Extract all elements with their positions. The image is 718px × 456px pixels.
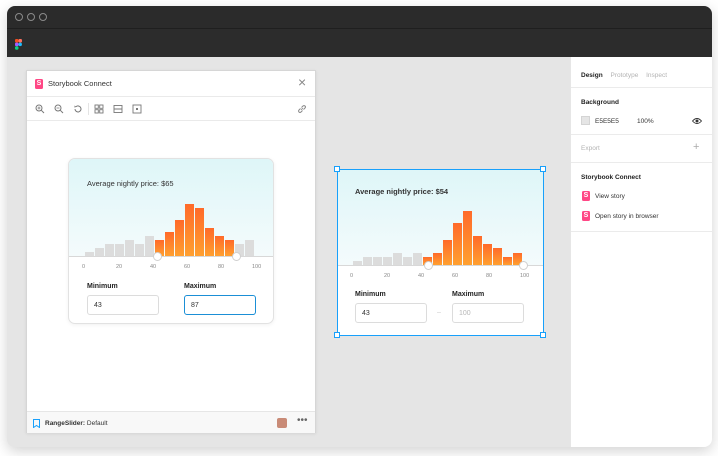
storybook-connect-panel: S Storybook Connect × Average nightly pr… xyxy=(26,70,316,433)
view-story-link[interactable]: View story xyxy=(595,193,625,200)
x-tick-label: 80 xyxy=(218,264,225,270)
background-section: Background E5E5E5 100% xyxy=(571,87,712,134)
add-export-button[interactable]: + xyxy=(693,142,699,153)
story-variant: Default xyxy=(85,420,108,427)
histogram-bar xyxy=(135,244,144,256)
export-title: Export xyxy=(581,145,600,152)
panel-tabs: Design Prototype Inspect xyxy=(581,72,673,79)
zoom-out-icon[interactable] xyxy=(54,104,64,114)
eye-icon[interactable] xyxy=(692,117,702,125)
max-range-handle[interactable] xyxy=(232,252,241,261)
storybook-icon: S xyxy=(35,79,43,89)
histogram-bar xyxy=(145,236,154,256)
figma-logo-icon[interactable] xyxy=(15,39,22,50)
open-story-in-browser-link[interactable]: Open story in browser xyxy=(595,213,659,220)
editor-toolbar xyxy=(7,28,712,57)
maximum-input[interactable]: 87 xyxy=(184,295,256,315)
minimize-window-button[interactable] xyxy=(27,13,35,21)
tab-inspect[interactable]: Inspect xyxy=(646,72,667,79)
histogram-bar xyxy=(175,220,184,256)
panel-title: Storybook Connect xyxy=(48,79,112,88)
story-name[interactable]: RangeSlider: Default xyxy=(45,420,108,427)
selection-outline[interactable] xyxy=(337,169,544,336)
x-tick-label: 100 xyxy=(252,264,262,270)
x-tick-label: 40 xyxy=(150,264,157,270)
frame-icon[interactable] xyxy=(132,104,142,114)
app-window: S Storybook Connect × Average nightly pr… xyxy=(7,6,712,447)
zoom-window-button[interactable] xyxy=(39,13,47,21)
layout-icon[interactable] xyxy=(113,104,123,114)
close-panel-button[interactable]: × xyxy=(298,75,306,89)
minimum-input[interactable]: 43 xyxy=(87,295,159,315)
x-tick-label: 20 xyxy=(116,264,123,270)
reset-zoom-icon[interactable] xyxy=(73,104,83,114)
storybook-icon: S xyxy=(582,211,590,221)
price-heading-label: Average nightly price: xyxy=(87,179,159,188)
price-filter-card: Average nightly price: $65 0 20 40 60 80 100 … xyxy=(68,158,274,324)
minimum-label: Minimum xyxy=(87,283,118,290)
resize-handle-bottom-right[interactable] xyxy=(540,332,546,338)
tab-design[interactable]: Design xyxy=(581,72,603,79)
background-title: Background xyxy=(581,99,619,106)
panel-footer: RangeSlider: Default ••• xyxy=(27,411,315,433)
more-options-button[interactable]: ••• xyxy=(297,415,308,426)
panel-header: S Storybook Connect × xyxy=(27,71,315,97)
export-section: Export + xyxy=(571,134,712,162)
histogram-bar xyxy=(195,208,204,256)
resize-handle-top-left[interactable] xyxy=(334,166,340,172)
background-swatch[interactable] xyxy=(581,116,590,125)
histogram-bar xyxy=(125,240,134,256)
bookmark-icon xyxy=(33,419,40,428)
price-heading: Average nightly price: $65 xyxy=(87,179,174,188)
price-value: $65 xyxy=(161,179,174,188)
design-canvas[interactable]: S Storybook Connect × Average nightly pr… xyxy=(7,57,570,447)
grid-icon[interactable] xyxy=(94,104,104,114)
x-tick-label: 0 xyxy=(82,264,86,270)
slider-track[interactable] xyxy=(69,256,273,257)
resize-handle-top-right[interactable] xyxy=(540,166,546,172)
storybook-section: Storybook Connect S View story S Open st… xyxy=(571,162,712,232)
close-window-button[interactable] xyxy=(15,13,23,21)
histogram-bar xyxy=(245,240,254,256)
histogram-bar xyxy=(105,244,114,256)
avatar[interactable] xyxy=(277,418,287,428)
histogram-bar xyxy=(95,248,104,256)
component-name: RangeSlider: xyxy=(45,420,86,427)
tab-prototype[interactable]: Prototype xyxy=(610,72,638,79)
panel-toolbar xyxy=(27,97,315,121)
histogram-bar xyxy=(205,228,214,256)
histogram-bar xyxy=(215,236,224,256)
title-bar xyxy=(7,6,712,28)
link-icon[interactable] xyxy=(297,104,307,114)
x-tick-label: 60 xyxy=(184,264,191,270)
maximum-label: Maximum xyxy=(184,283,217,290)
background-hex[interactable]: E5E5E5 xyxy=(595,118,619,125)
histogram-bar xyxy=(115,244,124,256)
background-opacity[interactable]: 100% xyxy=(637,118,654,125)
histogram-bar xyxy=(165,232,174,256)
min-range-handle[interactable] xyxy=(153,252,162,261)
properties-panel: Design Prototype Inspect Background E5E5… xyxy=(570,57,712,447)
histogram-bar xyxy=(185,204,194,256)
storybook-section-title: Storybook Connect xyxy=(581,174,641,181)
storybook-icon: S xyxy=(582,191,590,201)
resize-handle-bottom-left[interactable] xyxy=(334,332,340,338)
zoom-in-icon[interactable] xyxy=(35,104,45,114)
